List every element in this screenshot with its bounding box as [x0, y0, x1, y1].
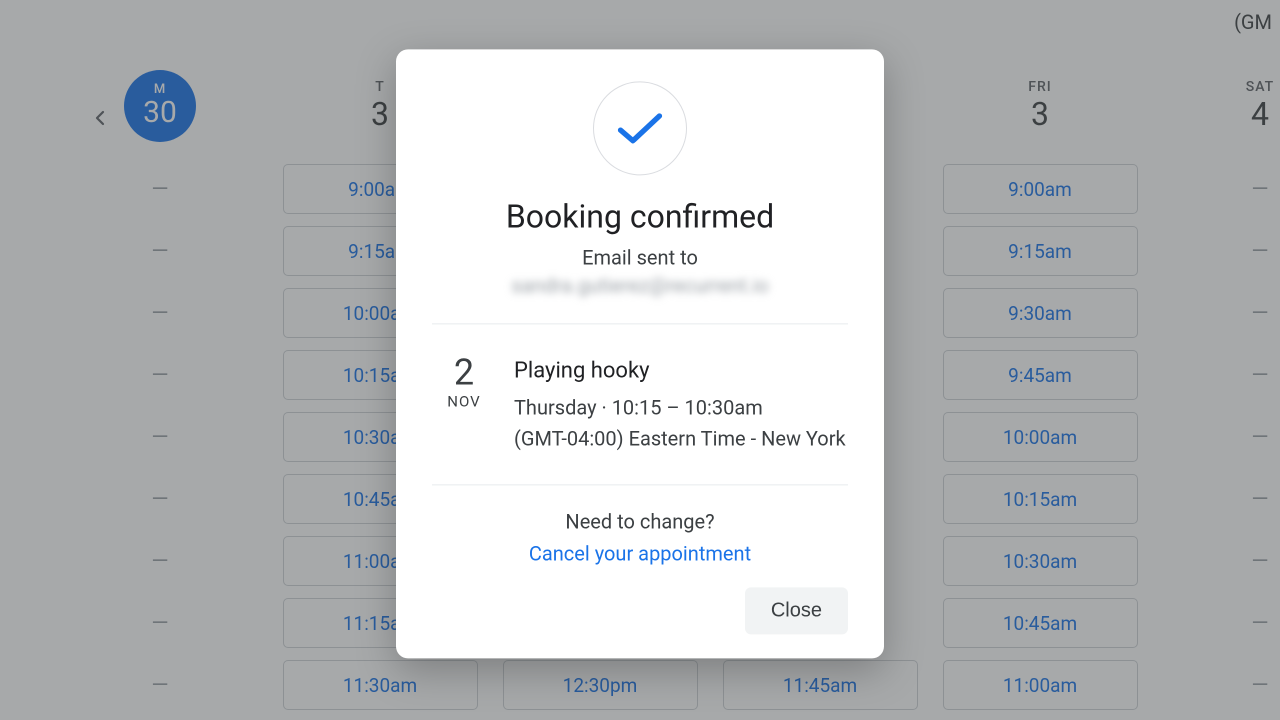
cancel-appointment-link[interactable]: Cancel your appointment	[432, 541, 848, 565]
dialog-heading: Booking confirmed	[432, 197, 848, 235]
appointment-details: 2 NOV Playing hooky Thursday · 10:15 – 1…	[432, 324, 848, 484]
recipient-email-blurred: sandra.gutierez@recurrent.io	[432, 273, 848, 297]
change-prompt: Need to change?	[432, 509, 848, 533]
event-title: Playing hooky	[514, 354, 846, 388]
close-button[interactable]: Close	[745, 587, 848, 634]
event-daytime: Thursday · 10:15 – 10:30am	[514, 392, 846, 423]
change-section: Need to change? Cancel your appointment	[432, 485, 848, 575]
date-badge: 2 NOV	[440, 354, 488, 454]
date-month: NOV	[440, 392, 488, 410]
date-day-number: 2	[440, 354, 488, 390]
appointment-text: Playing hooky Thursday · 10:15 – 10:30am…	[514, 354, 846, 454]
success-check-icon	[593, 81, 687, 175]
event-timezone: (GMT-04:00) Eastern Time - New York	[514, 423, 846, 454]
email-sent-label: Email sent to	[432, 245, 848, 269]
booking-confirmed-dialog: Booking confirmed Email sent to sandra.g…	[396, 49, 884, 658]
dialog-actions: Close	[432, 587, 848, 634]
